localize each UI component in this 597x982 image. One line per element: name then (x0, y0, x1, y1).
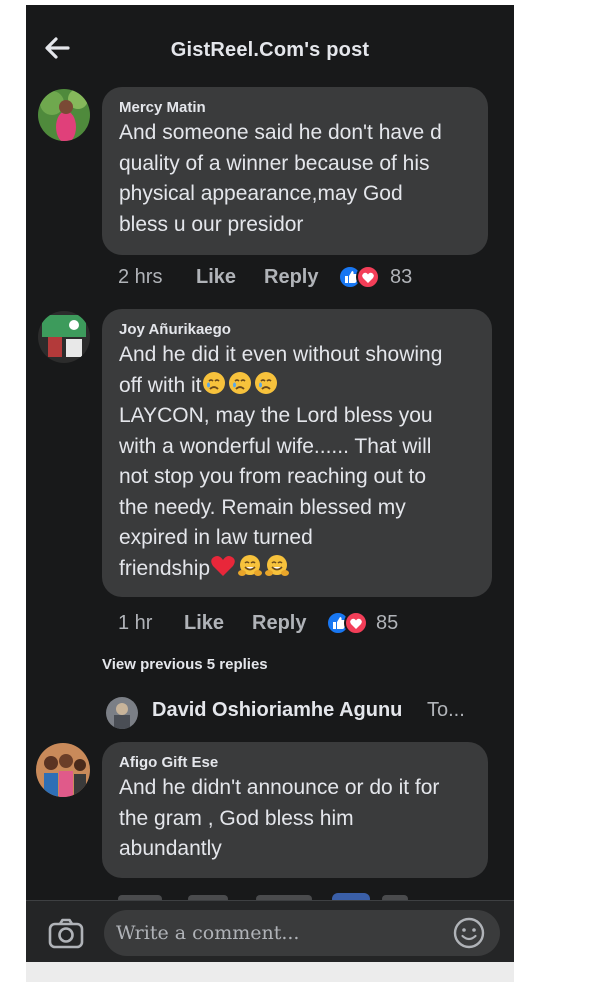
comment-time[interactable]: 2 hrs (118, 263, 162, 291)
reactions-icon[interactable] (326, 611, 372, 635)
comment-text: And he did it even without showing off w… (119, 340, 476, 584)
crying-emoji-icon (229, 371, 252, 394)
hugging-face-icon (265, 554, 290, 576)
reply-button[interactable]: Reply (252, 609, 306, 637)
comment-placeholder: Write a comment... (116, 922, 300, 944)
avatar[interactable] (106, 697, 138, 729)
comment-bubble[interactable]: Mercy Matin And someone said he don't ha… (102, 87, 488, 255)
comment-time[interactable]: 1 hr (118, 609, 152, 637)
reply-author[interactable]: David Oshioriamhe Agunu (152, 699, 402, 722)
avatar[interactable] (38, 311, 90, 363)
reply-preview[interactable]: David Oshioriamhe Agunu To... (106, 695, 506, 729)
avatar[interactable] (36, 743, 90, 797)
comment-text: And he didn't announce or do it for the … (119, 776, 440, 860)
red-heart-icon (211, 555, 235, 576)
crying-emoji-icon (255, 371, 278, 394)
reply-button[interactable]: Reply (264, 263, 318, 291)
comment-author[interactable]: Mercy Matin (119, 99, 472, 117)
like-button[interactable]: Like (184, 609, 224, 637)
page-title: GistReel.Com's post (170, 39, 370, 61)
reply-snippet: To... (427, 699, 465, 721)
camera-icon[interactable] (48, 917, 84, 949)
view-previous-replies-link[interactable]: View previous 5 replies (102, 656, 268, 673)
comment-author[interactable]: Afigo Gift Ese (119, 754, 472, 772)
like-button[interactable]: Like (196, 263, 236, 291)
comment-bubble[interactable]: Joy Añurikaego And he did it even withou… (102, 309, 492, 597)
comment-text-part: And he did it even without showing off w… (119, 343, 443, 397)
phone-screen: GistReel.Com's post Mercy Matin And some… (26, 5, 514, 982)
crying-emoji-icon (203, 371, 226, 394)
reaction-count[interactable]: 85 (376, 609, 398, 637)
comment-bubble[interactable]: Afigo Gift Ese And he didn't announce or… (102, 742, 488, 878)
emoji-icon[interactable] (452, 916, 486, 950)
comment-actions: 2 hrs Like Reply 83 (118, 263, 498, 291)
avatar[interactable] (38, 89, 90, 141)
comment-author[interactable]: Joy Añurikaego (119, 321, 476, 339)
reactions-icon[interactable] (338, 265, 384, 289)
comment-composer: Write a comment... (26, 900, 514, 963)
clipped-actions (26, 885, 514, 900)
reaction-count[interactable]: 83 (390, 263, 412, 291)
comment-text: And someone said he don't have d quality… (119, 121, 442, 236)
hugging-face-icon (238, 554, 263, 576)
post-header: GistReel.Com's post (26, 5, 514, 87)
screen-bottom-edge (26, 962, 514, 982)
comment-actions: 1 hr Like Reply 85 (118, 609, 498, 637)
comment-input[interactable]: Write a comment... (104, 910, 500, 956)
